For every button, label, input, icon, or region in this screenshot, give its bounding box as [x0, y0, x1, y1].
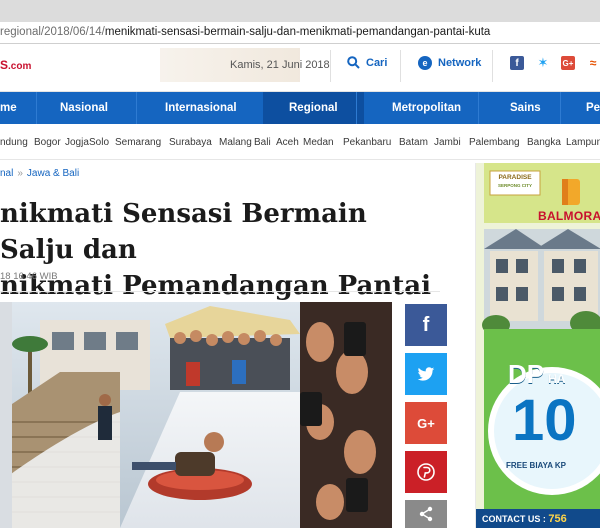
facebook-icon[interactable]: f	[510, 56, 524, 70]
nav-item-nasional[interactable]: Nasional	[60, 92, 108, 124]
headline-line-1: nikmati Sensasi Bermain Salju dan	[0, 199, 367, 265]
breadcrumb-current[interactable]: Jawa & Bali	[27, 168, 79, 179]
share-twitter-button[interactable]	[405, 353, 447, 395]
city-link[interactable]: Palembang	[469, 137, 520, 148]
city-link[interactable]: Batam	[399, 137, 428, 148]
search-label: Cari	[366, 56, 388, 69]
twitter-icon[interactable]: ✶	[536, 55, 550, 70]
ad-free-text: FREE BIAYA KP	[506, 461, 567, 470]
breadcrumb-separator: »	[17, 168, 23, 179]
city-link[interactable]: Pekanbaru	[343, 137, 391, 148]
nav-item-sains[interactable]: Sains	[510, 92, 541, 124]
city-link[interactable]: Bali	[254, 137, 271, 148]
search-icon	[347, 56, 360, 69]
header-divider	[330, 50, 331, 82]
advertisement-banner[interactable]: PARADISE SERPONG CITY BALMORA DP HA 10 FR…	[475, 163, 600, 528]
photo-illustration	[0, 302, 392, 528]
city-link[interactable]: Bangka	[527, 137, 561, 148]
googleplus-icon[interactable]: G+	[561, 56, 575, 70]
nav-divider	[356, 92, 357, 124]
nav-item-home[interactable]: me	[0, 92, 17, 124]
share-pinterest-button[interactable]	[405, 451, 447, 493]
rss-icon[interactable]: ≈	[586, 56, 600, 70]
share-facebook-button[interactable]: f	[405, 304, 447, 346]
city-link[interactable]: Bogor	[34, 137, 61, 148]
city-link[interactable]: Surabaya	[169, 137, 212, 148]
address-bar[interactable]: regional/2018/06/14/menikmati-sensasi-be…	[0, 22, 600, 44]
ad-brand: BALMORA	[538, 209, 600, 223]
article-photo[interactable]	[0, 302, 392, 528]
nav-item-metropolitan[interactable]: Metropolitan	[392, 92, 461, 124]
nav-item-partial[interactable]: Pe	[586, 92, 600, 124]
pinterest-icon	[417, 463, 435, 481]
address-url[interactable]: regional/2018/06/14/menikmati-sensasi-be…	[0, 26, 490, 38]
header-divider	[400, 50, 401, 82]
ad-dp-text: DP HA	[508, 359, 566, 389]
ad-contact: CONTACT US : 756	[482, 513, 567, 525]
city-link[interactable]: Semarang	[115, 137, 161, 148]
nav-divider	[478, 92, 479, 124]
share-more-button[interactable]	[405, 500, 447, 528]
googleplus-icon: G+	[417, 415, 435, 431]
twitter-icon	[417, 366, 435, 381]
city-link[interactable]: ndung	[0, 137, 28, 148]
city-link[interactable]: Lampung	[566, 137, 600, 148]
header-divider	[492, 50, 493, 82]
site-logo[interactable]: S.com	[0, 58, 31, 72]
network-icon: e	[418, 56, 432, 70]
breadcrumb: nal » Jawa & Bali	[0, 168, 79, 179]
city-link[interactable]: Solo	[89, 137, 109, 148]
city-link[interactable]: Aceh	[276, 137, 299, 148]
article-timestamp: 18 16:46 WIB	[0, 271, 58, 282]
share-googleplus-button[interactable]: G+	[405, 402, 447, 444]
main-navigation: me Nasional Internasional Regional Metro…	[0, 92, 600, 124]
site-header: S.com Kamis, 21 Juni 2018 Cari e Network…	[0, 44, 600, 92]
ad-big-number: 10	[512, 388, 577, 453]
nav-divider	[136, 92, 137, 124]
network-label: Network	[438, 57, 482, 69]
current-date: Kamis, 21 Juni 2018	[230, 59, 330, 71]
city-link[interactable]: Jogja	[65, 137, 89, 148]
city-link[interactable]: Jambi	[434, 137, 461, 148]
breadcrumb-prev[interactable]: nal	[0, 168, 13, 179]
facebook-icon: f	[422, 313, 430, 336]
ad-badge: PARADISE SERPONG CITY	[497, 174, 532, 188]
search-button[interactable]: Cari	[347, 56, 387, 69]
network-button[interactable]: e Network	[418, 56, 481, 70]
browser-tab-strip	[0, 0, 600, 22]
city-navigation: ndung Bogor Jogja Solo Semarang Surabaya…	[0, 124, 600, 160]
city-link[interactable]: Medan	[303, 137, 334, 148]
headline-divider	[0, 291, 440, 292]
nav-divider	[36, 92, 37, 124]
city-link[interactable]: Malang	[219, 137, 252, 148]
nav-divider	[560, 92, 561, 124]
nav-item-internasional[interactable]: Internasional	[165, 92, 237, 124]
nav-item-regional[interactable]: Regional	[263, 92, 364, 124]
share-icon	[419, 506, 433, 522]
